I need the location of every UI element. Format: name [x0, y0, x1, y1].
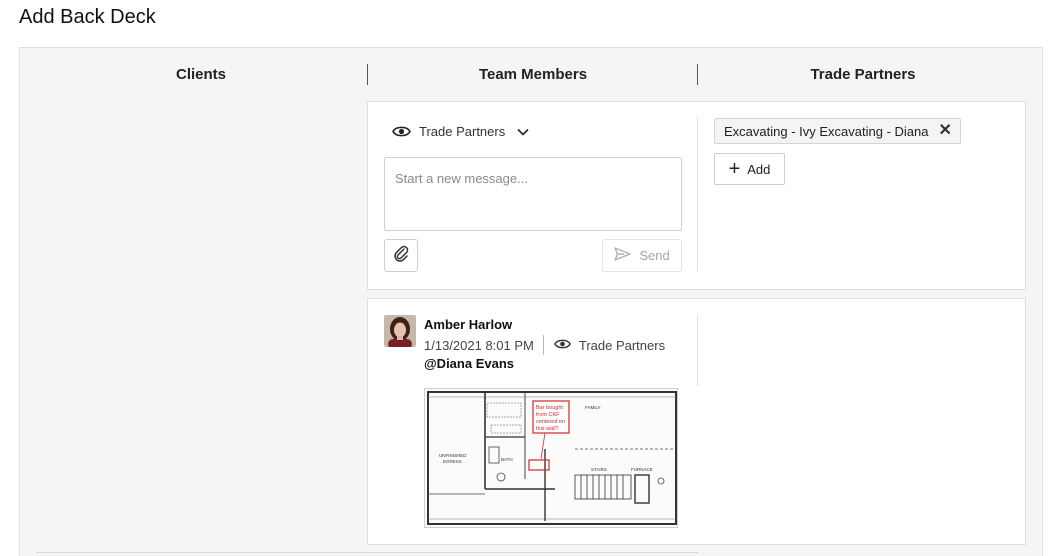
message-author[interactable]: Amber Harlow: [424, 317, 512, 332]
meta-divider: [542, 335, 544, 355]
room-label: BATH: [501, 457, 513, 462]
section-divider: [697, 117, 698, 271]
recipient-tag-label: Excavating - Ivy Excavating - Diana: [724, 123, 929, 139]
message-visibility: Trade Partners: [553, 337, 666, 353]
column-header-team-members: Team Members: [478, 66, 588, 83]
paperclip-icon: [393, 244, 409, 267]
room-label: FURNACE: [631, 467, 653, 472]
message-meta: 1/13/2021 8:01 PM Trade Partners: [424, 335, 665, 355]
send-button[interactable]: Send: [602, 239, 682, 272]
plus-icon: +: [728, 158, 741, 180]
eye-icon: [392, 125, 411, 138]
send-icon: [614, 247, 632, 264]
page-title: Add Back Deck: [19, 6, 156, 28]
annotation-line: this wall?: [536, 426, 559, 432]
annotation-line: Bar bought: [536, 405, 563, 411]
column-header-clients: Clients: [175, 66, 226, 83]
send-label: Send: [639, 248, 670, 263]
add-label: Add: [747, 161, 771, 177]
annotation-line: centered on: [536, 419, 565, 425]
room-label: FAMILY: [585, 405, 601, 410]
attachment-image-floorplan[interactable]: UNFINISHED EGRESS FAMILY BATH FURNACE ST…: [424, 388, 678, 528]
visibility-label: Trade Partners: [419, 124, 506, 139]
next-item-divider: [36, 552, 698, 553]
column-divider: [367, 64, 368, 85]
room-label: EGRESS: [443, 459, 462, 464]
add-recipient-button[interactable]: + Add: [714, 153, 785, 185]
message-timestamp: 1/13/2021 8:01 PM: [424, 337, 534, 353]
column-header-trade-partners: Trade Partners: [810, 66, 916, 83]
visibility-dropdown[interactable]: Trade Partners: [392, 124, 529, 139]
chevron-down-icon: [517, 128, 529, 136]
attach-button[interactable]: [384, 239, 418, 272]
eye-icon: [553, 338, 571, 353]
annotation-line: from CKF: [536, 412, 560, 418]
message-body-mention: @Diana Evans: [424, 356, 514, 371]
room-label: STAIRS: [591, 467, 607, 472]
recipient-tag: Excavating - Ivy Excavating - Diana ✕: [714, 118, 961, 144]
column-divider: [697, 64, 698, 85]
room-label: UNFINISHED: [439, 453, 467, 458]
avatar: [384, 315, 416, 347]
message-visibility-label: Trade Partners: [578, 337, 666, 353]
section-divider: [697, 314, 698, 386]
message-input[interactable]: Start a new message...: [384, 157, 682, 231]
remove-tag-icon[interactable]: ✕: [938, 123, 951, 139]
message-placeholder: Start a new message...: [395, 171, 528, 186]
